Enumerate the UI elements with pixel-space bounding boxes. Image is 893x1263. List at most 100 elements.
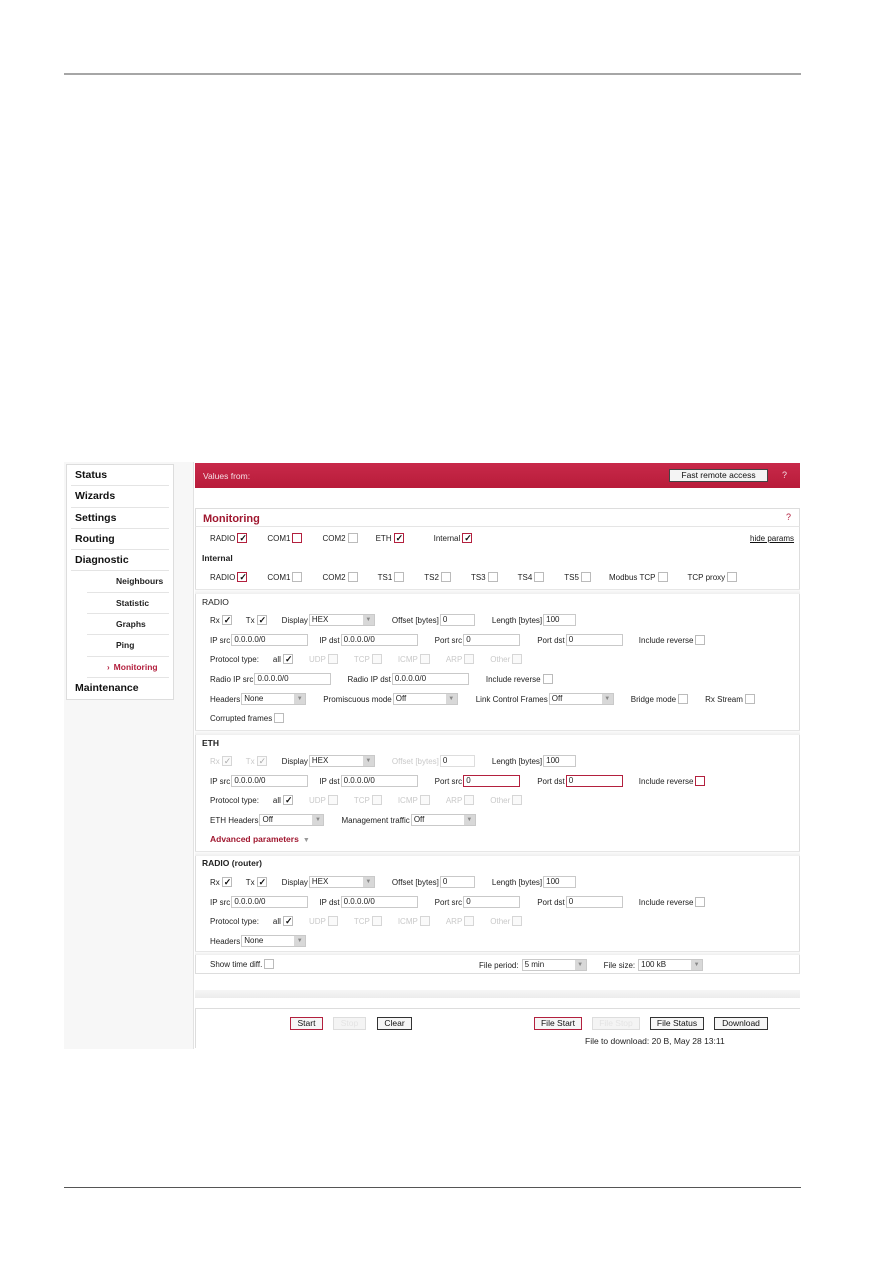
- router-udp-checkbox[interactable]: [327, 916, 338, 926]
- internal-ts5-checkbox[interactable]: [580, 572, 591, 582]
- radio-other-checkbox[interactable]: [512, 654, 523, 664]
- router-port-dst-input[interactable]: 0: [565, 896, 623, 908]
- internal-com2-checkbox[interactable]: [347, 572, 358, 582]
- advanced-parameters-toggle[interactable]: Advanced parameters ▼: [210, 834, 310, 844]
- eth-ip-dst-input[interactable]: 0.0.0.0/0: [340, 775, 418, 787]
- file-size-select[interactable]: 100 kB ▼: [638, 959, 704, 971]
- nav-graphs[interactable]: Graphs: [87, 614, 169, 636]
- radio-include-reverse-checkbox[interactable]: [695, 635, 706, 645]
- nav-statistic[interactable]: Statistic: [87, 593, 169, 615]
- router-offset-input[interactable]: 0: [439, 876, 475, 888]
- radio-radio-ip-src-input[interactable]: 0.0.0.0/0: [254, 673, 332, 685]
- router-tcp-checkbox[interactable]: [371, 916, 382, 926]
- file-start-button[interactable]: File Start: [534, 1017, 582, 1030]
- eth-port-dst-input[interactable]: 0: [565, 775, 623, 787]
- radio-port-dst-input[interactable]: 0: [565, 634, 623, 646]
- eth-tcp-checkbox[interactable]: [371, 795, 382, 805]
- internal-ts4-checkbox[interactable]: [534, 572, 545, 582]
- router-display-select[interactable]: HEX ▼: [308, 876, 375, 888]
- internal-ts3-checkbox[interactable]: [487, 572, 498, 582]
- radio-all-checkbox[interactable]: ✓: [282, 654, 293, 664]
- router-all-checkbox[interactable]: ✓: [282, 916, 293, 926]
- eth-arp-checkbox[interactable]: [464, 795, 475, 805]
- radio-port-src-input[interactable]: 0: [463, 634, 521, 646]
- router-arp-checkbox[interactable]: [464, 916, 475, 926]
- router-port-src-input[interactable]: 0: [463, 896, 521, 908]
- download-button[interactable]: Download: [714, 1017, 768, 1030]
- eth-port-src-input[interactable]: 0: [463, 775, 521, 787]
- radio-include-reverse-2-checkbox[interactable]: [542, 674, 553, 684]
- show-time-diff-checkbox[interactable]: [264, 959, 275, 969]
- internal-modbus-checkbox[interactable]: [657, 572, 668, 582]
- radio-ip-dst-input[interactable]: 0.0.0.0/0: [340, 634, 418, 646]
- eth-all-checkbox[interactable]: ✓: [282, 795, 293, 805]
- start-button[interactable]: Start: [290, 1017, 323, 1030]
- nav-settings[interactable]: Settings: [71, 508, 169, 529]
- radio-udp-checkbox[interactable]: [327, 654, 338, 664]
- radio-bridge-mode-checkbox[interactable]: [678, 694, 689, 704]
- nav-wizards[interactable]: Wizards: [71, 486, 169, 508]
- router-headers-select[interactable]: None ▼: [241, 935, 307, 947]
- router-tx-checkbox[interactable]: ✓: [256, 877, 267, 887]
- nav-monitoring[interactable]: › Monitoring: [87, 657, 169, 678]
- radio-promiscuous-select[interactable]: Off ▼: [392, 693, 458, 705]
- eth-other-checkbox[interactable]: [512, 795, 523, 805]
- nav-routing[interactable]: Routing: [71, 529, 169, 551]
- nav-ping[interactable]: Ping: [87, 635, 169, 657]
- eth-offset-input[interactable]: 0: [439, 755, 475, 767]
- nav-maintenance[interactable]: Maintenance: [71, 678, 169, 699]
- source-eth-checkbox[interactable]: ✓: [393, 533, 404, 543]
- monitoring-help-icon[interactable]: ?: [786, 512, 791, 522]
- router-icmp-checkbox[interactable]: [419, 916, 430, 926]
- file-period-select[interactable]: 5 min ▼: [521, 959, 587, 971]
- radio-ip-src-input[interactable]: 0.0.0.0/0: [231, 634, 309, 646]
- eth-icmp-checkbox[interactable]: [419, 795, 430, 805]
- source-internal-checkbox[interactable]: ✓: [462, 533, 473, 543]
- eth-ip-src-input[interactable]: 0.0.0.0/0: [231, 775, 309, 787]
- nav-diagnostic[interactable]: Diagnostic: [71, 550, 169, 572]
- radio-display-select[interactable]: HEX ▼: [308, 614, 375, 626]
- stop-button[interactable]: Stop: [333, 1017, 366, 1030]
- radio-arp-checkbox[interactable]: [464, 654, 475, 664]
- radio-corrupted-checkbox[interactable]: [274, 713, 285, 723]
- eth-include-reverse-checkbox[interactable]: [695, 776, 706, 786]
- internal-com1-checkbox[interactable]: [292, 572, 303, 582]
- internal-radio-checkbox[interactable]: ✓: [237, 572, 248, 582]
- file-stop-button[interactable]: File Stop: [592, 1017, 640, 1030]
- radio-tx-checkbox[interactable]: ✓: [256, 615, 267, 625]
- router-ip-src-input[interactable]: 0.0.0.0/0: [231, 896, 309, 908]
- fast-remote-access-button[interactable]: Fast remote access: [669, 469, 768, 482]
- radio-headers-select[interactable]: None ▼: [241, 693, 307, 705]
- router-include-reverse-checkbox[interactable]: [695, 897, 706, 907]
- radio-link-control-select[interactable]: Off ▼: [548, 693, 614, 705]
- radio-rx-checkbox[interactable]: ✓: [221, 615, 232, 625]
- eth-rx-checkbox[interactable]: ✓: [221, 756, 232, 766]
- eth-tx-checkbox[interactable]: ✓: [256, 756, 267, 766]
- source-com2-checkbox[interactable]: [347, 533, 358, 543]
- radio-radio-ip-dst-input[interactable]: 0.0.0.0/0: [391, 673, 469, 685]
- file-status-button[interactable]: File Status: [650, 1017, 704, 1030]
- source-radio-checkbox[interactable]: ✓: [237, 533, 248, 543]
- nav-status[interactable]: Status: [71, 465, 169, 487]
- internal-tcp-proxy-checkbox[interactable]: [727, 572, 738, 582]
- eth-headers-select[interactable]: Off ▼: [259, 814, 325, 826]
- eth-mgmt-select[interactable]: Off ▼: [410, 814, 476, 826]
- eth-display-select[interactable]: HEX ▼: [308, 755, 375, 767]
- router-length-input[interactable]: 100: [543, 876, 577, 888]
- source-com1-checkbox[interactable]: [292, 533, 303, 543]
- internal-ts1-checkbox[interactable]: [394, 572, 405, 582]
- radio-length-input[interactable]: 100: [543, 614, 577, 626]
- router-ip-dst-input[interactable]: 0.0.0.0/0: [340, 896, 418, 908]
- radio-icmp-checkbox[interactable]: [419, 654, 430, 664]
- internal-ts2-checkbox[interactable]: [440, 572, 451, 582]
- hide-params-link[interactable]: hide params: [750, 534, 794, 543]
- eth-udp-checkbox[interactable]: [327, 795, 338, 805]
- radio-rx-stream-checkbox[interactable]: [744, 694, 755, 704]
- nav-neighbours[interactable]: Neighbours: [87, 571, 169, 593]
- clear-button[interactable]: Clear: [377, 1017, 412, 1030]
- help-icon[interactable]: ?: [782, 470, 787, 480]
- router-other-checkbox[interactable]: [512, 916, 523, 926]
- eth-length-input[interactable]: 100: [543, 755, 577, 767]
- radio-offset-input[interactable]: 0: [439, 614, 475, 626]
- radio-tcp-checkbox[interactable]: [371, 654, 382, 664]
